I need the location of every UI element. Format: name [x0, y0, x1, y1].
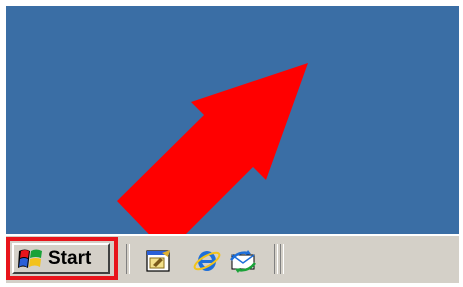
start-button[interactable]: Start [12, 243, 110, 274]
taskbar-separator [274, 244, 278, 274]
red-arrow-annotation [117, 63, 308, 234]
screenshot-frame: Start [0, 0, 463, 287]
show-desktop-icon[interactable] [144, 247, 174, 275]
taskbar-separator [126, 244, 130, 274]
desktop-background[interactable] [6, 6, 459, 234]
taskbar: Start [6, 234, 459, 283]
windows-logo-icon [18, 249, 42, 268]
internet-explorer-icon[interactable] [192, 247, 222, 275]
outlook-express-icon[interactable] [228, 247, 258, 275]
start-label: Start [48, 247, 92, 269]
taskbar-separator [280, 244, 284, 274]
